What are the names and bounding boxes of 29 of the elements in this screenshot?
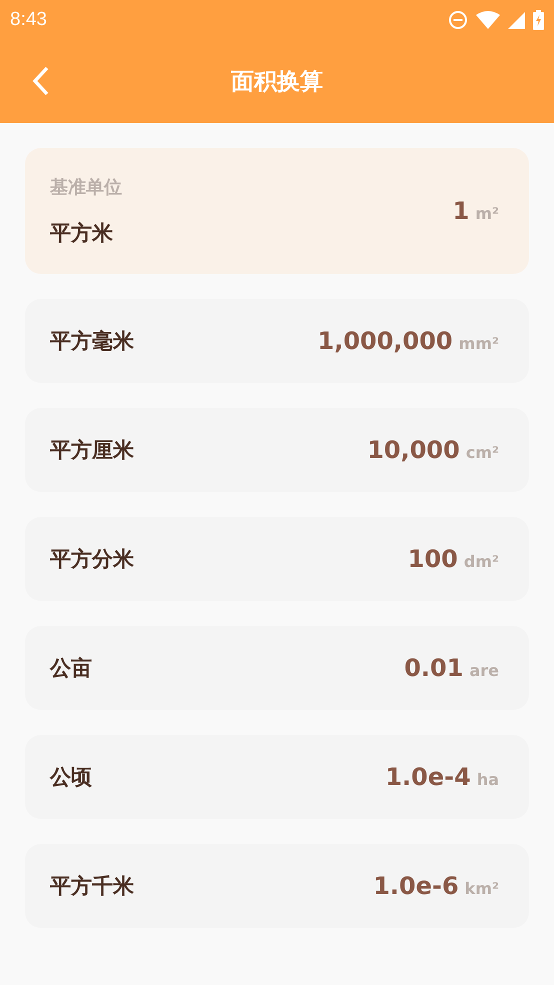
- unit-name: 平方米: [50, 220, 114, 247]
- battery-charging-icon: [533, 10, 544, 30]
- unit-name: 公顷: [50, 764, 92, 791]
- unit-value: 10,000: [367, 436, 460, 464]
- unit-value: 100: [408, 545, 458, 573]
- status-time: 8:43: [10, 9, 47, 31]
- unit-symbol: km²: [464, 879, 499, 898]
- unit-name: 平方厘米: [50, 437, 134, 464]
- base-unit-caption: 基准单位: [50, 176, 122, 199]
- unit-name: 平方分米: [50, 546, 134, 573]
- unit-value: 1.0e-4: [385, 763, 471, 791]
- page-title: 面积换算: [231, 68, 323, 97]
- back-icon: [32, 66, 50, 96]
- unit-name: 平方毫米: [50, 328, 134, 355]
- unit-symbol: cm²: [466, 443, 499, 462]
- unit-symbol: m²: [475, 204, 499, 223]
- unit-symbol: are: [469, 661, 499, 680]
- unit-value: 1.0e-6: [373, 872, 459, 900]
- unit-symbol: ha: [476, 770, 499, 789]
- wifi-icon: [476, 11, 500, 29]
- unit-value: 0.01: [404, 654, 464, 682]
- unit-value: 1: [452, 197, 470, 225]
- unit-symbol: dm²: [464, 552, 499, 571]
- unit-value: 1,000,000: [318, 327, 453, 355]
- unit-symbol: mm²: [458, 334, 499, 353]
- do-not-disturb-icon: [448, 10, 468, 30]
- unit-name: 平方千米: [50, 873, 134, 900]
- signal-icon: [508, 12, 525, 28]
- unit-name: 公亩: [50, 655, 92, 682]
